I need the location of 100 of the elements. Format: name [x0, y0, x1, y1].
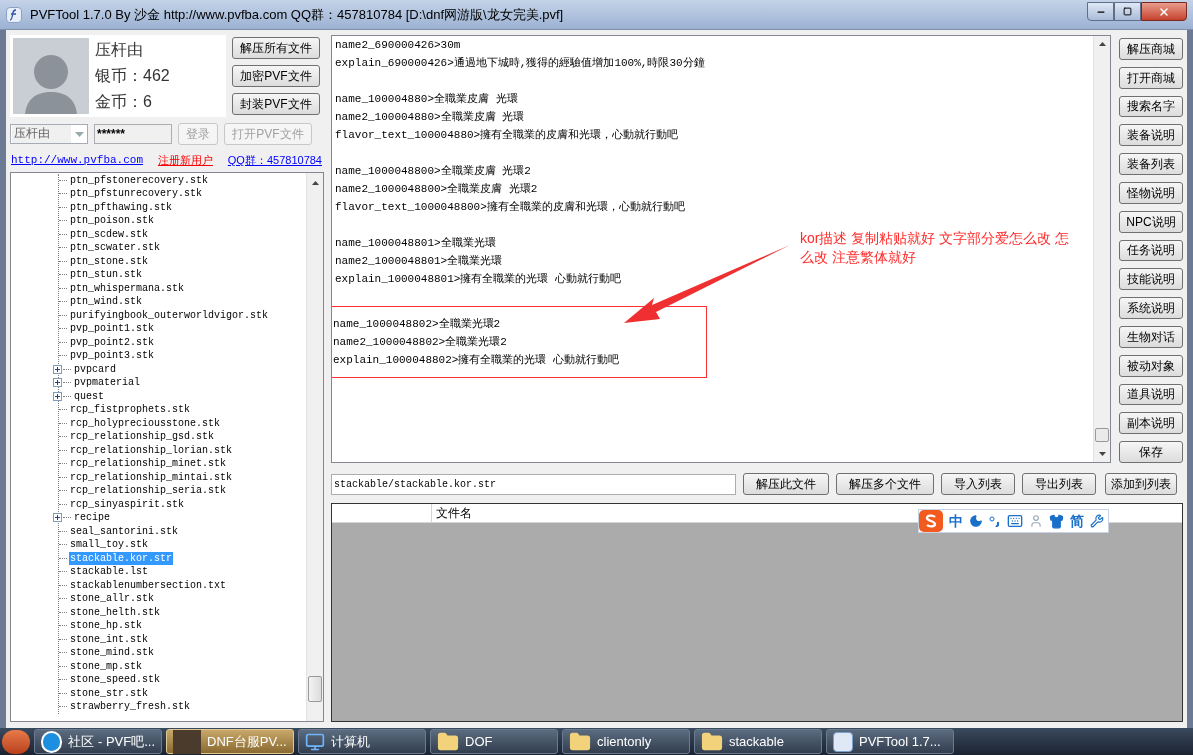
- link[interactable]: 注册新用户: [157, 152, 213, 169]
- taskbar-item[interactable]: clientonly: [562, 729, 690, 754]
- scroll-up-icon[interactable]: [1099, 42, 1106, 46]
- tree-item[interactable]: small_toy.stk: [69, 538, 149, 552]
- tree-item[interactable]: stone_mp.stk: [69, 659, 143, 673]
- tree-item[interactable]: strawberry_fresh.stk: [69, 700, 192, 714]
- tree-item[interactable]: rcp_relationship_mintai.stk: [69, 470, 234, 484]
- action-button[interactable]: 解压所有文件: [232, 37, 320, 59]
- tree-item[interactable]: rcp_relationship_lorian.stk: [69, 443, 234, 457]
- action-button[interactable]: 封装PVF文件: [232, 93, 320, 115]
- password-field[interactable]: ******: [94, 124, 172, 144]
- tree-item[interactable]: ptn_poison.stk: [69, 214, 155, 228]
- column-header[interactable]: 文件名: [432, 504, 476, 522]
- tree-item[interactable]: rcp_sinyaspirit.stk: [69, 497, 186, 511]
- scrollbar-thumb[interactable]: [1095, 428, 1109, 442]
- side-button[interactable]: 搜索名字: [1119, 95, 1183, 118]
- tree-item[interactable]: rcp_holypreciousstone.stk: [69, 416, 222, 430]
- side-button[interactable]: 系统说明: [1119, 297, 1183, 319]
- scroll-down-icon[interactable]: [1099, 452, 1106, 456]
- tree-item[interactable]: seal_santorini.stk: [69, 524, 180, 538]
- expand-toggle-icon[interactable]: [53, 364, 62, 374]
- tree-item[interactable]: pvpmaterial: [73, 376, 141, 390]
- tree-item[interactable]: stone_int.stk: [69, 632, 149, 646]
- link[interactable]: QQ群：457810784: [227, 152, 322, 169]
- code-line: name2_100004880>全職業皮膚 光環: [335, 110, 525, 125]
- side-button[interactable]: 解压商城: [1119, 38, 1183, 60]
- tree-item[interactable]: pvpcard: [73, 362, 117, 376]
- moon-icon[interactable]: [969, 514, 983, 528]
- tree-item[interactable]: pvp_point3.stk: [69, 349, 155, 363]
- expand-toggle-icon[interactable]: [53, 378, 62, 387]
- action-button[interactable]: 加密PVF文件: [232, 65, 320, 87]
- side-button[interactable]: 道具说明: [1119, 383, 1183, 406]
- close-button[interactable]: [1141, 2, 1187, 21]
- account-dropdown[interactable]: 压杆由: [10, 124, 88, 144]
- tree-item[interactable]: stackable.lst: [69, 565, 149, 579]
- taskbar-item[interactable]: DOF: [430, 729, 558, 754]
- scrollbar[interactable]: [306, 172, 323, 721]
- action-button[interactable]: 解压多个文件: [836, 473, 934, 495]
- tree-item[interactable]: stone_helth.stk: [69, 605, 161, 619]
- side-button[interactable]: 装备列表: [1119, 153, 1183, 175]
- tree-item[interactable]: ptn_scdew.stk: [69, 227, 149, 241]
- tree-item[interactable]: ptn_scwater.stk: [69, 241, 161, 255]
- action-button[interactable]: 添加到列表: [1105, 473, 1177, 495]
- action-button[interactable]: 解压此文件: [743, 473, 829, 495]
- taskbar-item[interactable]: PVFTool 1.7...: [826, 729, 954, 754]
- ime-logo-icon[interactable]: [919, 510, 943, 532]
- tree-item[interactable]: ptn_stone.stk: [69, 254, 149, 268]
- taskbar-item[interactable]: stackable: [694, 729, 822, 754]
- tree-item[interactable]: ptn_whispermana.stk: [69, 281, 186, 295]
- maximize-button[interactable]: [1114, 2, 1141, 21]
- link[interactable]: http://www.pvfba.com: [11, 152, 144, 169]
- side-button[interactable]: 副本说明: [1119, 412, 1183, 435]
- tree-item[interactable]: stone_speed.stk: [69, 673, 161, 687]
- shirt-icon[interactable]: [1049, 513, 1064, 529]
- action-button[interactable]: 导入列表: [941, 473, 1015, 495]
- expand-toggle-icon[interactable]: [53, 391, 62, 401]
- action-button[interactable]: 导出列表: [1022, 473, 1096, 495]
- expand-toggle-icon[interactable]: [53, 513, 62, 522]
- tree-item[interactable]: rcp_relationship_gsd.stk: [69, 430, 216, 444]
- scrollbar-thumb[interactable]: [308, 675, 322, 702]
- tree-item[interactable]: ptn_pfthawing.stk: [69, 200, 174, 214]
- tree-item[interactable]: rcp_relationship_seria.stk: [69, 484, 228, 498]
- tree-item[interactable]: stone_str.stk: [69, 686, 149, 700]
- side-button[interactable]: 装备说明: [1119, 124, 1183, 147]
- tree-item[interactable]: quest: [73, 389, 105, 403]
- tree-item[interactable]: ptn_pfstonerecovery.stk: [69, 173, 210, 187]
- scroll-up-icon[interactable]: [312, 180, 319, 185]
- side-button[interactable]: 技能说明: [1119, 268, 1183, 291]
- tree-item[interactable]: rcp_relationship_minet.stk: [69, 457, 228, 471]
- tree-item[interactable]: stone_allr.stk: [69, 592, 155, 606]
- side-button[interactable]: 生物对话: [1119, 325, 1183, 348]
- ime-script[interactable]: 简: [1070, 510, 1084, 532]
- tree-item[interactable]: rcp_fistprophets.stk: [69, 403, 192, 417]
- tree-item[interactable]: stackablenumbersection.txt: [69, 578, 228, 592]
- tree-item[interactable]: recipe: [73, 511, 111, 525]
- side-button[interactable]: 怪物说明: [1119, 182, 1183, 204]
- tree-item[interactable]: stone_hp.stk: [69, 619, 143, 633]
- punctuation-icon[interactable]: [989, 515, 1001, 527]
- text-editor[interactable]: [331, 35, 1111, 463]
- side-button[interactable]: 被动对象: [1119, 354, 1183, 377]
- side-button[interactable]: NPC说明: [1119, 210, 1183, 233]
- side-button[interactable]: 打开商城: [1119, 66, 1183, 89]
- keyboard-icon[interactable]: [1007, 513, 1023, 529]
- start-orb-icon[interactable]: [2, 729, 30, 754]
- tree-item[interactable]: purifyingbook_outerworldvigor.stk: [69, 308, 270, 322]
- minimize-button[interactable]: [1087, 2, 1114, 21]
- wrench-icon[interactable]: [1090, 514, 1104, 528]
- side-button[interactable]: 保存: [1119, 441, 1183, 463]
- tree-item[interactable]: pvp_point1.stk: [69, 322, 155, 336]
- tree-item[interactable]: ptn_wind.stk: [69, 295, 143, 309]
- tree-item[interactable]: ptn_stun.stk: [69, 268, 143, 282]
- tree-item[interactable]: stone_mind.stk: [69, 646, 155, 660]
- ime-mode[interactable]: 中: [949, 510, 963, 532]
- side-button[interactable]: 任务说明: [1119, 239, 1183, 262]
- taskbar-item[interactable]: 社区 - PVF吧...: [34, 729, 162, 754]
- tree-item[interactable]: ptn_pfstunrecovery.stk: [69, 187, 204, 201]
- scrollbar[interactable]: [1093, 36, 1110, 462]
- taskbar-item[interactable]: 计算机: [298, 729, 426, 754]
- path-field[interactable]: stackable/stackable.kor.str: [331, 473, 736, 495]
- tree-item[interactable]: pvp_point2.stk: [69, 335, 155, 349]
